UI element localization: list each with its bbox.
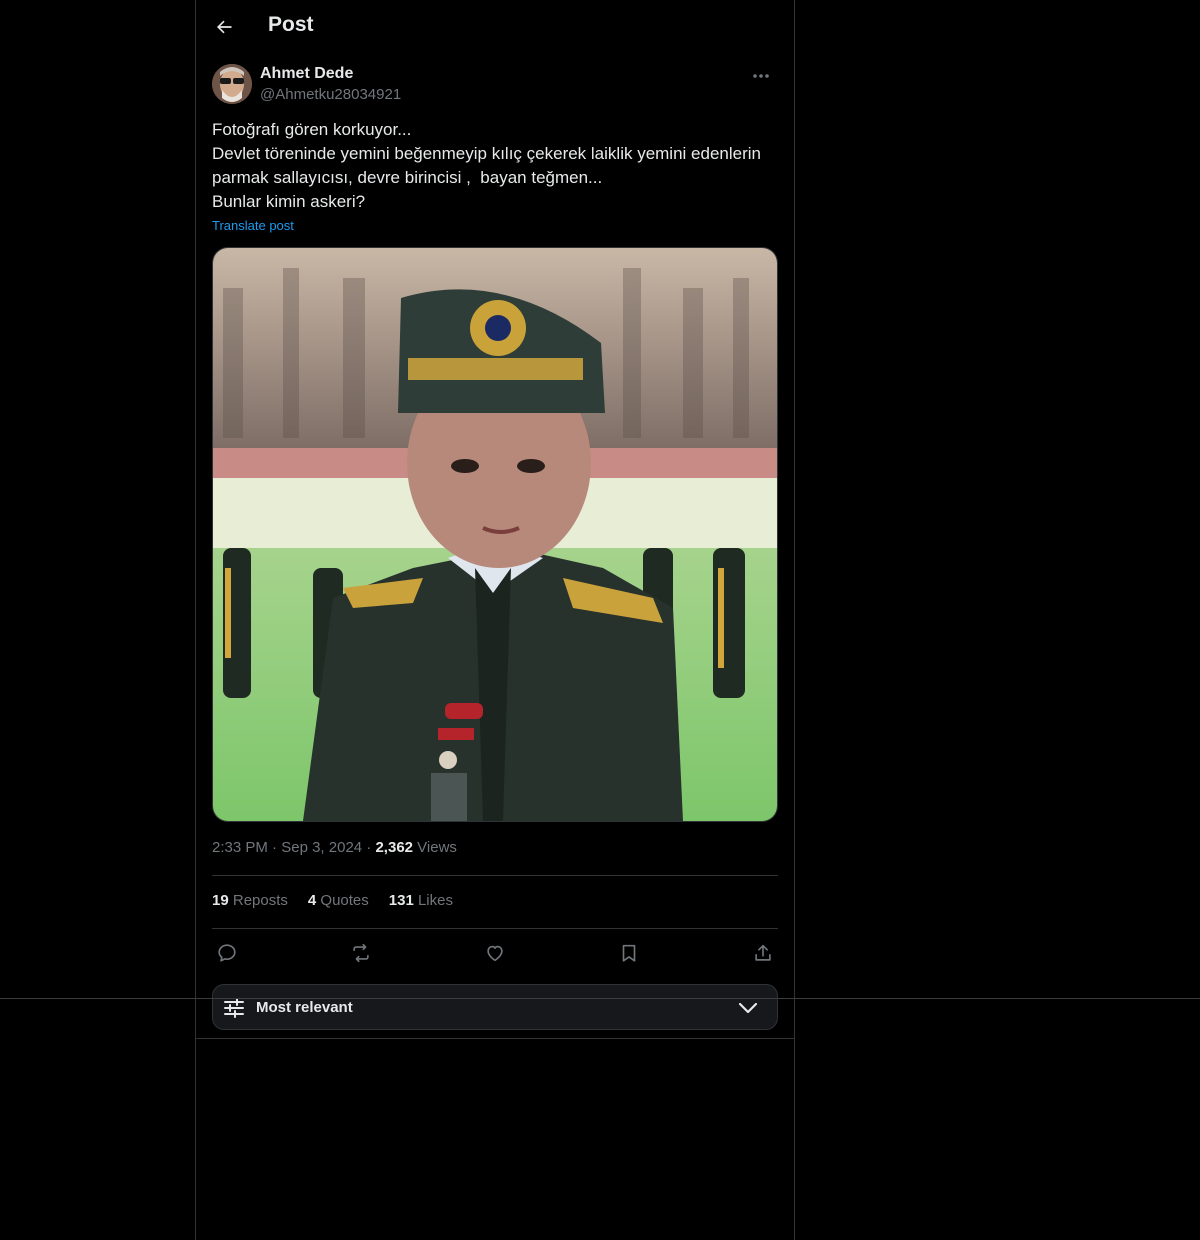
author-name[interactable]: Ahmet Dede — [260, 65, 353, 83]
likes-stat[interactable]: 131 Likes — [389, 892, 453, 909]
translate-post-link[interactable]: Translate post — [212, 218, 294, 233]
post-date[interactable]: Sep 3, 2024 — [281, 839, 362, 856]
page-title: Post — [268, 13, 314, 36]
quotes-count: 4 — [307, 892, 317, 909]
more-horizontal-icon — [753, 74, 769, 78]
sort-label: Most relevant — [256, 999, 353, 1016]
repost-button[interactable] — [344, 936, 378, 970]
post-text: Fotoğrafı gören korkuyor... Devlet tören… — [212, 120, 761, 211]
views-count: 2,362 — [375, 839, 414, 856]
soldier-photo — [213, 248, 777, 821]
divider — [212, 875, 778, 876]
reposts-count: 19 — [212, 892, 229, 909]
post-stats: 19 Reposts 4 Quotes 131 Likes — [212, 892, 473, 909]
likes-label: Likes — [413, 892, 453, 909]
avatar[interactable] — [212, 64, 252, 104]
more-options-button[interactable] — [746, 64, 776, 88]
top-bar: Post — [196, 0, 794, 54]
like-icon — [487, 945, 503, 962]
post-time[interactable]: 2:33 PM — [212, 839, 268, 856]
meta-separator: · — [267, 839, 282, 856]
chevron-down-icon — [738, 1002, 758, 1014]
post-photo[interactable] — [212, 247, 778, 822]
likes-count: 131 — [388, 892, 414, 909]
overlay-divider — [0, 998, 1200, 999]
arrow-left-icon — [217, 20, 232, 34]
reply-button[interactable] — [210, 936, 244, 970]
meta-separator: · — [362, 839, 376, 856]
repost-icon — [353, 943, 369, 963]
bookmark-button[interactable] — [612, 936, 646, 970]
reply-sort-dropdown[interactable]: Most relevant — [212, 984, 778, 1030]
share-icon — [755, 944, 771, 961]
post-actions — [212, 936, 778, 972]
bookmark-icon — [622, 944, 636, 962]
reposts-label: Reposts — [228, 892, 288, 909]
post-meta: 2:33 PM · Sep 3, 2024 · 2,362 Views — [212, 839, 457, 856]
reply-icon — [218, 944, 236, 962]
views-label: Views — [413, 839, 457, 856]
user-avatar-image — [212, 64, 252, 104]
post-author: Ahmet Dede @Ahmetku28034921 — [212, 64, 778, 108]
divider — [212, 928, 778, 929]
back-button[interactable] — [206, 9, 242, 45]
like-button[interactable] — [478, 936, 512, 970]
main-column: Post Ahmet Dede @Ahmetku28034921 Fotoğra… — [195, 0, 795, 1240]
quotes-stat[interactable]: 4 Quotes — [308, 892, 369, 909]
share-button[interactable] — [746, 936, 780, 970]
sliders-icon — [224, 998, 244, 1018]
reposts-stat[interactable]: 19 Reposts — [212, 892, 288, 909]
divider — [196, 1038, 794, 1039]
quotes-label: Quotes — [316, 892, 369, 909]
author-handle[interactable]: @Ahmetku28034921 — [260, 86, 401, 103]
